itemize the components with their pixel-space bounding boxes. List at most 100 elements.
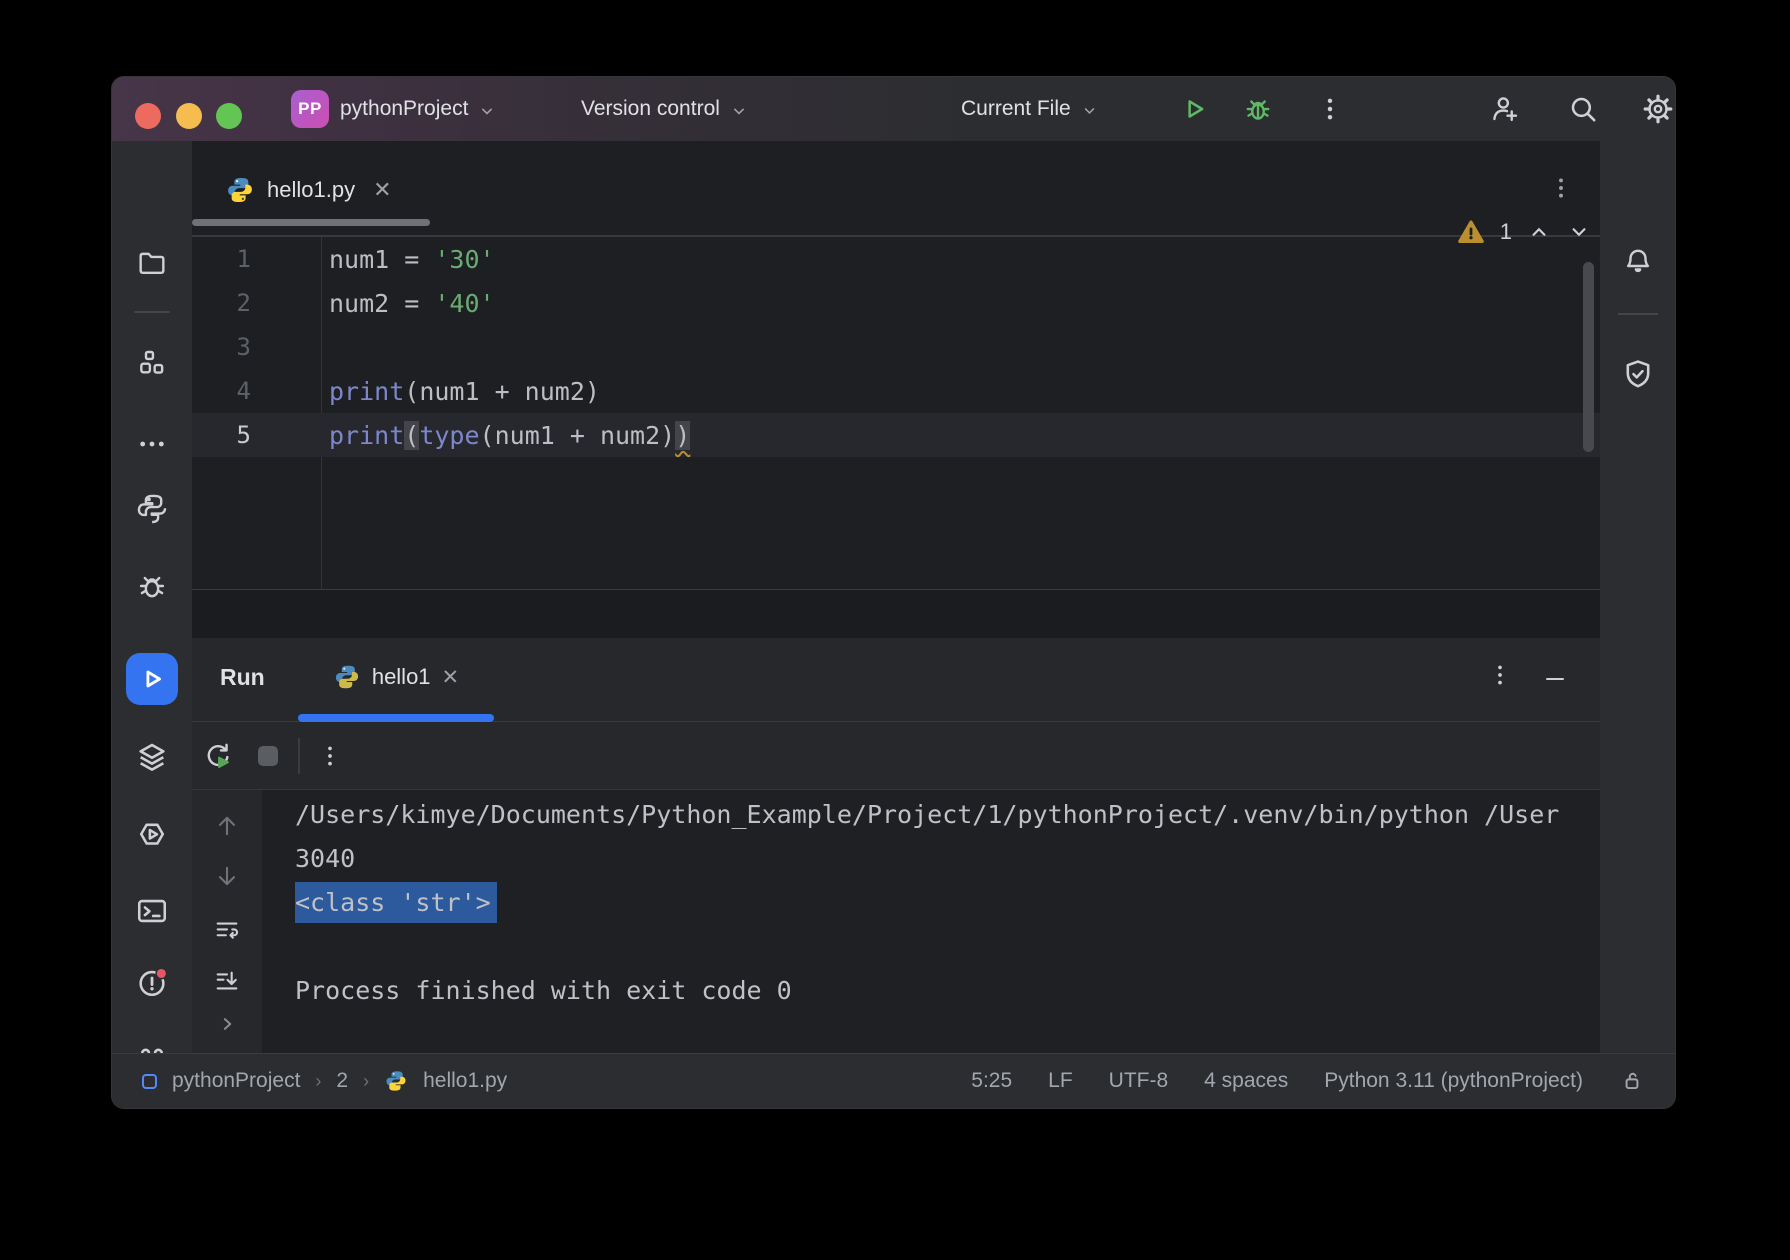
prev-occurrence-icon[interactable] bbox=[209, 808, 245, 844]
right-tool-strip bbox=[1600, 141, 1675, 1053]
python-file-icon bbox=[333, 663, 361, 691]
chevron-down-icon bbox=[477, 101, 497, 121]
breadcrumb-project[interactable]: pythonProject bbox=[172, 1069, 300, 1093]
expand-chevron-icon[interactable] bbox=[209, 1006, 245, 1042]
caret-position[interactable]: 5:25 bbox=[971, 1069, 1012, 1093]
breadcrumb-separator: › bbox=[315, 1071, 321, 1092]
minimize-window-button[interactable] bbox=[176, 103, 202, 129]
vcs-label: Version control bbox=[581, 97, 720, 121]
breadcrumb-separator: › bbox=[363, 1071, 369, 1092]
indent-style[interactable]: 4 spaces bbox=[1204, 1069, 1288, 1093]
notifications-bell-icon[interactable] bbox=[1618, 242, 1658, 282]
shield-check-icon[interactable] bbox=[1618, 354, 1658, 394]
warning-icon bbox=[1456, 217, 1486, 247]
ide-window: PP pythonProject Version control Current… bbox=[112, 77, 1675, 1108]
add-user-icon[interactable] bbox=[1488, 93, 1520, 125]
project-badge-label: PP bbox=[298, 99, 322, 119]
run-tab-hello1[interactable]: hello1 ✕ bbox=[298, 638, 494, 716]
console-output: /Users/kimye/Documents/Python_Example/Pr… bbox=[262, 792, 1600, 1053]
file-encoding[interactable]: UTF-8 bbox=[1109, 1069, 1169, 1093]
line-number: 1 bbox=[192, 245, 321, 273]
code-line[interactable]: 1num1 = '30' bbox=[192, 237, 1600, 281]
python-packages-icon[interactable] bbox=[132, 489, 172, 529]
next-problem-icon[interactable] bbox=[1566, 219, 1592, 245]
chevron-down-icon bbox=[1080, 101, 1099, 120]
terminal-icon[interactable] bbox=[132, 891, 172, 931]
status-bar: pythonProject › 2 › hello1.py 5:25 LF UT… bbox=[112, 1053, 1675, 1108]
code-line[interactable]: 5print(type(num1 + num2)) bbox=[192, 413, 1600, 457]
run-button[interactable] bbox=[1178, 93, 1210, 125]
project-name: pythonProject bbox=[340, 97, 468, 121]
run-tab-label: hello1 bbox=[372, 664, 431, 690]
close-run-tab-icon[interactable]: ✕ bbox=[442, 665, 460, 690]
stop-icon[interactable] bbox=[251, 739, 285, 773]
unlocked-padlock-icon[interactable] bbox=[1619, 1068, 1645, 1094]
line-number: 4 bbox=[192, 377, 321, 405]
chevron-down-icon bbox=[729, 101, 749, 121]
structure-icon[interactable] bbox=[132, 344, 172, 384]
editor-scrollbar[interactable] bbox=[1583, 262, 1594, 452]
next-occurrence-icon[interactable] bbox=[209, 858, 245, 894]
more-actions-button[interactable] bbox=[1314, 93, 1346, 125]
active-tab-indicator bbox=[192, 219, 430, 226]
run-console[interactable]: /Users/kimye/Documents/Python_Example/Pr… bbox=[192, 790, 1600, 1053]
warning-count: 1 bbox=[1500, 219, 1512, 245]
breadcrumb-folder[interactable]: 2 bbox=[336, 1069, 348, 1093]
line-separator[interactable]: LF bbox=[1048, 1069, 1073, 1093]
editor-tab-bar: hello1.py ✕ bbox=[192, 141, 1600, 237]
problems-icon[interactable] bbox=[132, 962, 172, 1002]
run-panel-title: Run bbox=[220, 638, 265, 716]
active-run-tab-indicator bbox=[298, 714, 494, 722]
project-badge[interactable]: PP bbox=[291, 90, 329, 128]
zoom-window-button[interactable] bbox=[216, 103, 242, 129]
console-line[interactable]: <class 'str'> bbox=[295, 880, 1600, 924]
tab-options-icon[interactable] bbox=[1548, 175, 1574, 201]
debug-button[interactable] bbox=[1242, 93, 1274, 125]
run-config-label: Current File bbox=[961, 97, 1071, 121]
soft-wrap-icon[interactable] bbox=[209, 912, 245, 948]
console-line[interactable] bbox=[295, 924, 1600, 968]
console-line[interactable]: /Users/kimye/Documents/Python_Example/Pr… bbox=[295, 792, 1600, 836]
python-interpreter[interactable]: Python 3.11 (pythonProject) bbox=[1324, 1069, 1583, 1093]
settings-gear-icon[interactable] bbox=[1642, 93, 1674, 125]
rerun-icon[interactable] bbox=[201, 739, 235, 773]
project-switcher[interactable]: pythonProject bbox=[340, 77, 497, 141]
code-line[interactable]: 2num2 = '40' bbox=[192, 281, 1600, 325]
line-number: 5 bbox=[192, 421, 321, 449]
hide-panel-icon[interactable] bbox=[1542, 666, 1568, 692]
title-bar: PP pythonProject Version control Current… bbox=[112, 77, 1675, 141]
editor-tab-hello1[interactable]: hello1.py ✕ bbox=[192, 159, 430, 221]
run-panel-options-icon[interactable] bbox=[1487, 662, 1513, 688]
console-gutter bbox=[192, 790, 262, 1053]
search-icon[interactable] bbox=[1567, 93, 1599, 125]
code-line[interactable]: 4print(num1 + num2) bbox=[192, 369, 1600, 413]
close-window-button[interactable] bbox=[135, 103, 161, 129]
tab-label: hello1.py bbox=[267, 177, 355, 203]
run-tool-window: Run hello1 ✕ bbox=[192, 638, 1600, 1053]
more-tools-icon[interactable] bbox=[132, 424, 172, 464]
editor-bottom-gap bbox=[192, 589, 1600, 638]
strip-divider bbox=[134, 311, 170, 313]
breadcrumb-file[interactable]: hello1.py bbox=[423, 1069, 507, 1093]
close-tab-icon[interactable]: ✕ bbox=[373, 177, 391, 203]
run-toolbar-more-icon[interactable] bbox=[313, 739, 347, 773]
project-folder-icon[interactable] bbox=[132, 242, 172, 282]
previous-problem-icon[interactable] bbox=[1526, 219, 1552, 245]
code-line[interactable]: 3 bbox=[192, 325, 1600, 369]
console-line[interactable]: Process finished with exit code 0 bbox=[295, 968, 1600, 1012]
vcs-widget[interactable]: Version control bbox=[581, 77, 749, 141]
python-console-icon[interactable] bbox=[132, 814, 172, 854]
code-area: 1num1 = '30'2num2 = '40' 3 4print(num1 + n… bbox=[192, 237, 1600, 457]
services-icon[interactable] bbox=[132, 737, 172, 777]
project-widget-icon[interactable] bbox=[142, 1074, 157, 1089]
run-tool-window-button-active[interactable] bbox=[126, 653, 178, 705]
line-number: 3 bbox=[192, 333, 321, 361]
scroll-to-end-icon[interactable] bbox=[209, 964, 245, 1000]
debug-tool-icon[interactable] bbox=[132, 566, 172, 606]
run-configuration-selector[interactable]: Current File bbox=[961, 77, 1099, 141]
run-toolbar bbox=[192, 722, 1600, 790]
inspection-widget[interactable]: 1 bbox=[1456, 215, 1592, 249]
console-line[interactable]: 3040 bbox=[295, 836, 1600, 880]
python-file-icon bbox=[384, 1069, 408, 1093]
code-editor[interactable]: 1num1 = '30'2num2 = '40' 3 4print(num1 + n… bbox=[192, 237, 1600, 589]
